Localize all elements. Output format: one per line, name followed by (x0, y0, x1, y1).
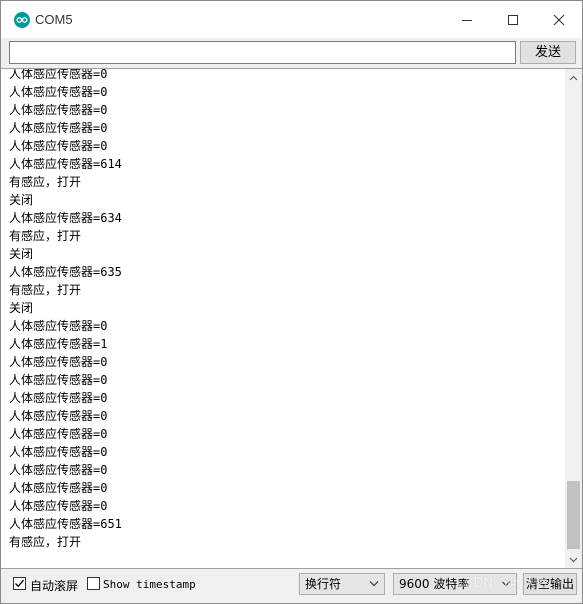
scroll-down-arrow[interactable] (565, 551, 582, 568)
output-line: 有感应，打开 (9, 283, 82, 297)
output-line: 人体感应传感器=0 (9, 427, 108, 441)
serial-monitor-window: COM5 发送 人体感应传感器=0 人体感应传感器=0 人体感应传感器=0 人体感应传… (0, 0, 583, 604)
output-line: 人体感应传感器=0 (9, 445, 108, 459)
scroll-up-arrow[interactable] (565, 69, 582, 86)
send-input[interactable] (9, 41, 516, 64)
output-line: 有感应，打开 (9, 175, 82, 189)
autoscroll-label[interactable]: 自动滚屏 (30, 577, 78, 594)
baud-rate-value: 9600 波特率 (399, 577, 470, 591)
output-line: 人体感应传感器=635 (9, 265, 122, 279)
close-button[interactable] (536, 1, 582, 38)
output-line: 关闭 (9, 247, 34, 261)
output-line: 人体感应传感器=0 (9, 103, 108, 117)
output-line: 有感应，打开 (9, 535, 82, 549)
autoscroll-checkbox[interactable] (13, 577, 26, 590)
vertical-scrollbar[interactable] (565, 69, 582, 568)
output-line: 人体感应传感器=0 (9, 319, 108, 333)
output-lines: 人体感应传感器=0 人体感应传感器=0 人体感应传感器=0 人体感应传感器=0 人体感应… (9, 68, 562, 551)
timestamp-checkbox[interactable] (87, 577, 100, 590)
send-button[interactable]: 发送 (520, 41, 576, 64)
timestamp-label[interactable]: Show timestamp (103, 578, 196, 591)
scroll-thumb[interactable] (567, 481, 580, 549)
output-line: 关闭 (9, 193, 34, 207)
title-bar[interactable]: COM5 (1, 1, 582, 38)
output-line: 人体感应传感器=0 (9, 139, 108, 153)
output-line: 人体感应传感器=0 (9, 355, 108, 369)
output-line: 人体感应传感器=614 (9, 157, 122, 171)
output-line: 关闭 (9, 301, 34, 315)
output-line: 人体感应传感器=0 (9, 463, 108, 477)
window-title: COM5 (35, 12, 73, 27)
output-line: 人体感应传感器=0 (9, 121, 108, 135)
minimize-icon (462, 19, 472, 21)
output-line: 人体感应传感器=1 (9, 337, 108, 351)
line-ending-select[interactable]: 换行符 (299, 573, 385, 595)
line-ending-value: 换行符 (305, 577, 342, 591)
output-line: 人体感应传感器=0 (9, 85, 108, 99)
output-line: 人体感应传感器=651 (9, 517, 122, 531)
output-line: 人体感应传感器=634 (9, 211, 122, 225)
checkmark-icon (15, 579, 24, 588)
chevron-down-icon (369, 581, 379, 587)
clear-output-button[interactable]: 清空输出 (523, 573, 577, 595)
status-bar: 自动滚屏 Show timestamp 换行符 9600 波特率 清空输出 (1, 569, 582, 603)
output-line: 人体感应传感器=0 (9, 481, 108, 495)
chevron-up-icon (569, 75, 578, 80)
output-line: 有感应，打开 (9, 229, 82, 243)
chevron-down-icon (501, 581, 511, 587)
maximize-icon (508, 14, 518, 25)
output-line: 人体感应传感器=0 (9, 499, 108, 513)
output-line: 人体感应传感器=0 (9, 409, 108, 423)
serial-output[interactable]: 人体感应传感器=0 人体感应传感器=0 人体感应传感器=0 人体感应传感器=0 人体感应… (1, 68, 582, 569)
output-line: 人体感应传感器=0 (9, 373, 108, 387)
chevron-down-icon (569, 557, 578, 562)
baud-rate-select[interactable]: 9600 波特率 (393, 573, 517, 595)
send-bar: 发送 (1, 38, 582, 68)
maximize-button[interactable] (490, 1, 536, 38)
output-line: 人体感应传感器=0 (9, 391, 108, 405)
minimize-button[interactable] (444, 1, 490, 38)
arduino-icon (14, 12, 30, 28)
output-line: 人体感应传感器=0 (9, 68, 108, 81)
close-icon (553, 14, 565, 25)
